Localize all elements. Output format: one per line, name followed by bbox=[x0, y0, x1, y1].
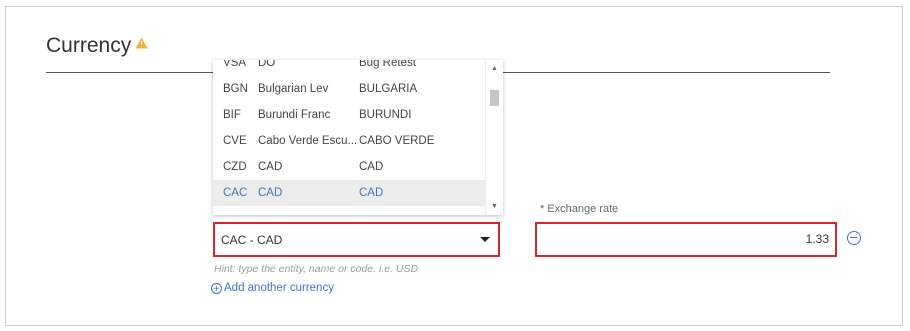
minus-circle-icon[interactable] bbox=[847, 231, 861, 245]
section-header: Currency bbox=[46, 34, 148, 58]
currency-select-value: CAC - CAD bbox=[221, 232, 283, 247]
option-name: DO bbox=[258, 60, 276, 69]
option-name: Cabo Verde Escu... bbox=[258, 135, 358, 147]
scroll-down-arrow-icon[interactable]: ▼ bbox=[486, 200, 503, 214]
option-name: CAD bbox=[258, 161, 283, 173]
dropdown-option[interactable]: CAC CAD CAD bbox=[213, 180, 486, 206]
add-currency-link[interactable]: + Add another currency bbox=[211, 282, 334, 295]
option-country: BULGARIA bbox=[359, 83, 418, 95]
dropdown-option[interactable]: CZD CAD CAD bbox=[213, 154, 486, 180]
add-currency-label: Add another currency bbox=[224, 282, 334, 294]
option-name: Burundi Franc bbox=[258, 109, 331, 121]
dropdown-option[interactable]: CVE Cabo Verde Escu... CABO VERDE bbox=[213, 128, 486, 154]
page-title: Currency bbox=[46, 34, 132, 57]
exchange-rate-label: * Exchange rate bbox=[540, 203, 619, 215]
option-country: CAD bbox=[359, 161, 384, 173]
option-country: CAD bbox=[359, 187, 384, 199]
option-name: Bulgarian Lev bbox=[258, 83, 329, 95]
option-code: CAC bbox=[223, 187, 248, 199]
currency-dropdown-list[interactable]: VSA DO Bug Retest BGN Bulgarian Lev BULGARIA B… bbox=[213, 60, 503, 215]
currency-hint: Hint: type the entity, name or code. i.e… bbox=[214, 263, 419, 275]
option-code: BGN bbox=[223, 83, 248, 95]
dropdown-option[interactable]: BIF Burundi Franc BURUNDI bbox=[213, 102, 486, 128]
option-country: BURUNDI bbox=[359, 109, 412, 121]
option-name: CAD bbox=[258, 187, 283, 199]
dropdown-option[interactable]: BGN Bulgarian Lev BULGARIA bbox=[213, 76, 486, 102]
currency-select[interactable]: CAC - CAD bbox=[213, 222, 500, 257]
chevron-down-icon[interactable] bbox=[480, 237, 490, 242]
option-country: Bug Retest bbox=[359, 60, 416, 69]
dropdown-option[interactable]: VSA DO Bug Retest bbox=[213, 60, 486, 76]
exchange-rate-input[interactable]: 1.33 bbox=[535, 222, 837, 257]
option-country: CABO VERDE bbox=[359, 135, 435, 147]
dropdown-scrollbar[interactable]: ▲ ▼ bbox=[485, 60, 503, 215]
option-code: CZD bbox=[223, 161, 247, 173]
scroll-up-arrow-icon[interactable]: ▲ bbox=[486, 62, 503, 76]
option-code: VSA bbox=[223, 60, 247, 69]
warning-triangle-icon bbox=[135, 31, 148, 55]
option-code: CVE bbox=[223, 135, 247, 147]
plus-circle-icon: + bbox=[211, 282, 222, 295]
scrollbar-thumb[interactable] bbox=[490, 90, 499, 106]
option-code: BIF bbox=[223, 109, 241, 121]
